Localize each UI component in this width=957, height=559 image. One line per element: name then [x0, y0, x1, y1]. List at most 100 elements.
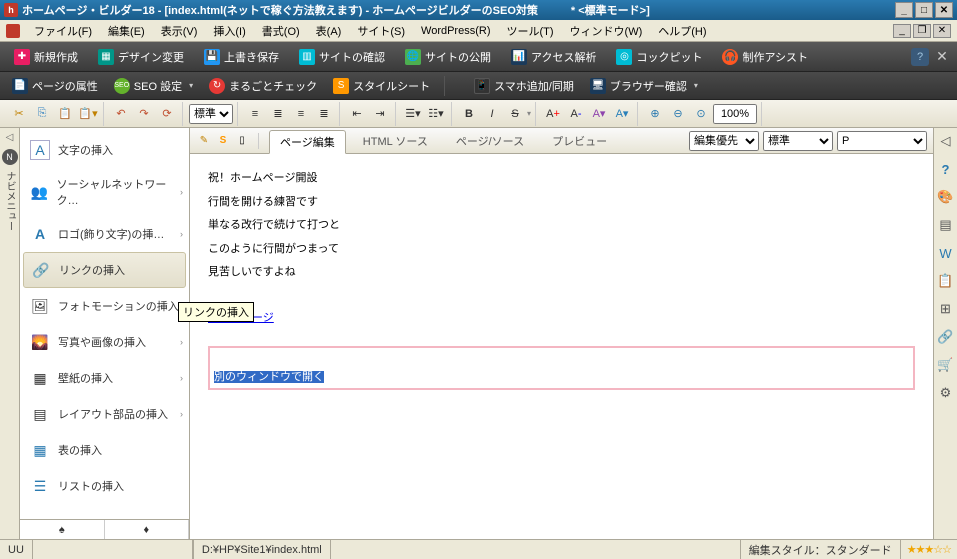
align-justify-button[interactable]: ≣: [313, 103, 335, 125]
editor-body[interactable]: 祝！ホームページ開設 行間を開ける練習です 単なる改行で続けて打つと このように…: [190, 154, 933, 539]
paste-button[interactable]: 📋: [54, 103, 76, 125]
doc-line[interactable]: 単なる改行で続けて打つと: [208, 217, 915, 235]
sidebar-item-table[interactable]: ▦表の挿入: [20, 432, 189, 468]
page-props-button[interactable]: 📄ページの属性: [6, 75, 104, 97]
align-right-button[interactable]: ≡: [290, 103, 312, 125]
right-collapse-icon[interactable]: ◁: [937, 132, 955, 150]
font-size-up-button[interactable]: A+: [542, 103, 564, 125]
whole-check-button[interactable]: ↻まるごとチェック: [203, 75, 323, 97]
menu-help[interactable]: ヘルプ(H): [650, 21, 714, 41]
smartphone-sync-button[interactable]: 📱スマホ追加/同期: [468, 75, 580, 97]
undo-button[interactable]: ↶: [110, 103, 132, 125]
align-center-button[interactable]: ≣: [267, 103, 289, 125]
tab-page-source[interactable]: ページ/ソース: [445, 129, 535, 153]
mdi-close-button[interactable]: ✕: [933, 24, 951, 38]
layout-tool-icon[interactable]: ⊞: [937, 300, 955, 318]
access-analysis-button[interactable]: 📊アクセス解析: [503, 46, 604, 68]
italic-button[interactable]: I: [481, 103, 503, 125]
ribbon-close-icon[interactable]: ✕: [933, 48, 951, 66]
cart-tool-icon[interactable]: 🛒: [937, 356, 955, 374]
tab-preview[interactable]: プレビュー: [541, 129, 618, 153]
menu-site[interactable]: サイト(S): [349, 21, 413, 41]
creation-assist-button[interactable]: 🎧制作アシスト: [714, 46, 816, 68]
sidebar-item-logo[interactable]: Aロゴ(飾り文字)の挿…›: [20, 216, 189, 252]
design-change-button[interactable]: ▦デザイン変更: [90, 46, 192, 68]
paragraph-select[interactable]: P: [837, 131, 927, 151]
sidebar-item-text-insert[interactable]: A文字の挿入: [20, 132, 189, 168]
sidebar-item-image[interactable]: 🌄写真や画像の挿入›: [20, 324, 189, 360]
font-size-down-button[interactable]: A-: [565, 103, 587, 125]
zoom-fit-button[interactable]: ⊙: [690, 103, 712, 125]
clipboard-tool-icon[interactable]: 📋: [937, 272, 955, 290]
strip-collapse-icon[interactable]: ◁: [6, 132, 14, 143]
align-left-button[interactable]: ≡: [244, 103, 266, 125]
zoom-in-button[interactable]: ⊕: [644, 103, 666, 125]
sidebar-item-list[interactable]: ☰リストの挿入: [20, 468, 189, 504]
sidebar-item-wallpaper[interactable]: ▦壁紙の挿入›: [20, 360, 189, 396]
help-tool-icon[interactable]: ?: [937, 160, 955, 178]
maximize-button[interactable]: □: [915, 2, 933, 18]
zoom-input[interactable]: [713, 104, 757, 124]
browser-confirm-button[interactable]: 🖥ブラウザー確認: [584, 75, 704, 97]
menu-wordpress[interactable]: WordPress(R): [413, 23, 498, 39]
s-icon[interactable]: S: [215, 133, 231, 149]
menu-tools[interactable]: ツール(T): [499, 21, 562, 41]
new-button[interactable]: ✚新規作成: [6, 46, 86, 68]
cockpit-button[interactable]: ◎コックピット: [608, 46, 710, 68]
cut-button[interactable]: ✂: [8, 103, 30, 125]
font-style-button[interactable]: A▾: [611, 103, 633, 125]
pencil-icon[interactable]: ✎: [196, 133, 212, 149]
strike-button[interactable]: S: [504, 103, 526, 125]
selection-box[interactable]: 別のウィンドウで開く: [208, 346, 915, 390]
site-publish-button[interactable]: 🌐サイトの公開: [397, 46, 499, 68]
standard-select[interactable]: 標準: [763, 131, 833, 151]
sidebar-scroll-down[interactable]: ♦: [105, 520, 190, 539]
selected-text[interactable]: 別のウィンドウで開く: [214, 371, 324, 383]
menu-insert[interactable]: 挿入(I): [205, 21, 253, 41]
zoom-out-button[interactable]: ⊖: [667, 103, 689, 125]
list-ol-button[interactable]: ☷▾: [425, 103, 447, 125]
mdi-minimize-button[interactable]: _: [893, 24, 911, 38]
tab-page-edit[interactable]: ページ編集: [269, 130, 346, 154]
doc-line[interactable]: 祝！ホームページ開設: [208, 170, 915, 188]
indent-increase-button[interactable]: ⇥: [369, 103, 391, 125]
globe-tool-icon[interactable]: W: [937, 244, 955, 262]
save-button[interactable]: 💾上書き保存: [196, 46, 287, 68]
link-tool-icon[interactable]: 🔗: [937, 328, 955, 346]
redo-button[interactable]: ↷: [133, 103, 155, 125]
paragraph-style-select[interactable]: 標準: [189, 104, 233, 124]
sidebar-item-social[interactable]: 👥ソーシャルネットワーク…›: [20, 168, 189, 216]
list-ul-button[interactable]: ☰▾: [402, 103, 424, 125]
help-icon[interactable]: ?: [911, 48, 929, 66]
doc-icon[interactable]: ▯: [234, 133, 250, 149]
doc-line[interactable]: 行間を開ける練習です: [208, 194, 915, 212]
menu-window[interactable]: ウィンドウ(W): [562, 21, 651, 41]
menu-edit[interactable]: 編集(E): [100, 21, 153, 41]
bold-button[interactable]: B: [458, 103, 480, 125]
copy-button[interactable]: ⎘: [31, 103, 53, 125]
edit-priority-select[interactable]: 編集優先: [689, 131, 759, 151]
sidebar-scroll-up[interactable]: ♠: [20, 520, 105, 539]
stylesheet-button[interactable]: Sスタイルシート: [327, 75, 436, 97]
nav-n-icon[interactable]: N: [2, 149, 18, 165]
sidebar-item-layout-parts[interactable]: ▤レイアウト部品の挿入›: [20, 396, 189, 432]
doc-line[interactable]: このように行間がつまって: [208, 241, 915, 259]
menu-file[interactable]: ファイル(F): [26, 21, 100, 41]
properties-tool-icon[interactable]: ⚙: [937, 384, 955, 402]
palette-tool-icon[interactable]: 🎨: [937, 188, 955, 206]
history-button[interactable]: ⟳: [156, 103, 178, 125]
minimize-button[interactable]: _: [895, 2, 913, 18]
font-color-button[interactable]: A▾: [588, 103, 610, 125]
mdi-restore-button[interactable]: ❐: [913, 24, 931, 38]
close-button[interactable]: ✕: [935, 2, 953, 18]
menu-table[interactable]: 表(A): [308, 21, 350, 41]
indent-decrease-button[interactable]: ⇤: [346, 103, 368, 125]
paste-special-button[interactable]: 📋▾: [77, 103, 99, 125]
sidebar-item-photomotion[interactable]: 🖼フォトモーションの挿入: [20, 288, 189, 324]
tab-html-source[interactable]: HTML ソース: [352, 129, 439, 153]
seo-settings-button[interactable]: SEOSEO 設定: [108, 75, 199, 97]
site-confirm-button[interactable]: ▥サイトの確認: [291, 46, 393, 68]
doc-line[interactable]: 見苦しいですよね: [208, 264, 915, 282]
menu-format[interactable]: 書式(O): [254, 21, 308, 41]
layers-tool-icon[interactable]: ▤: [937, 216, 955, 234]
